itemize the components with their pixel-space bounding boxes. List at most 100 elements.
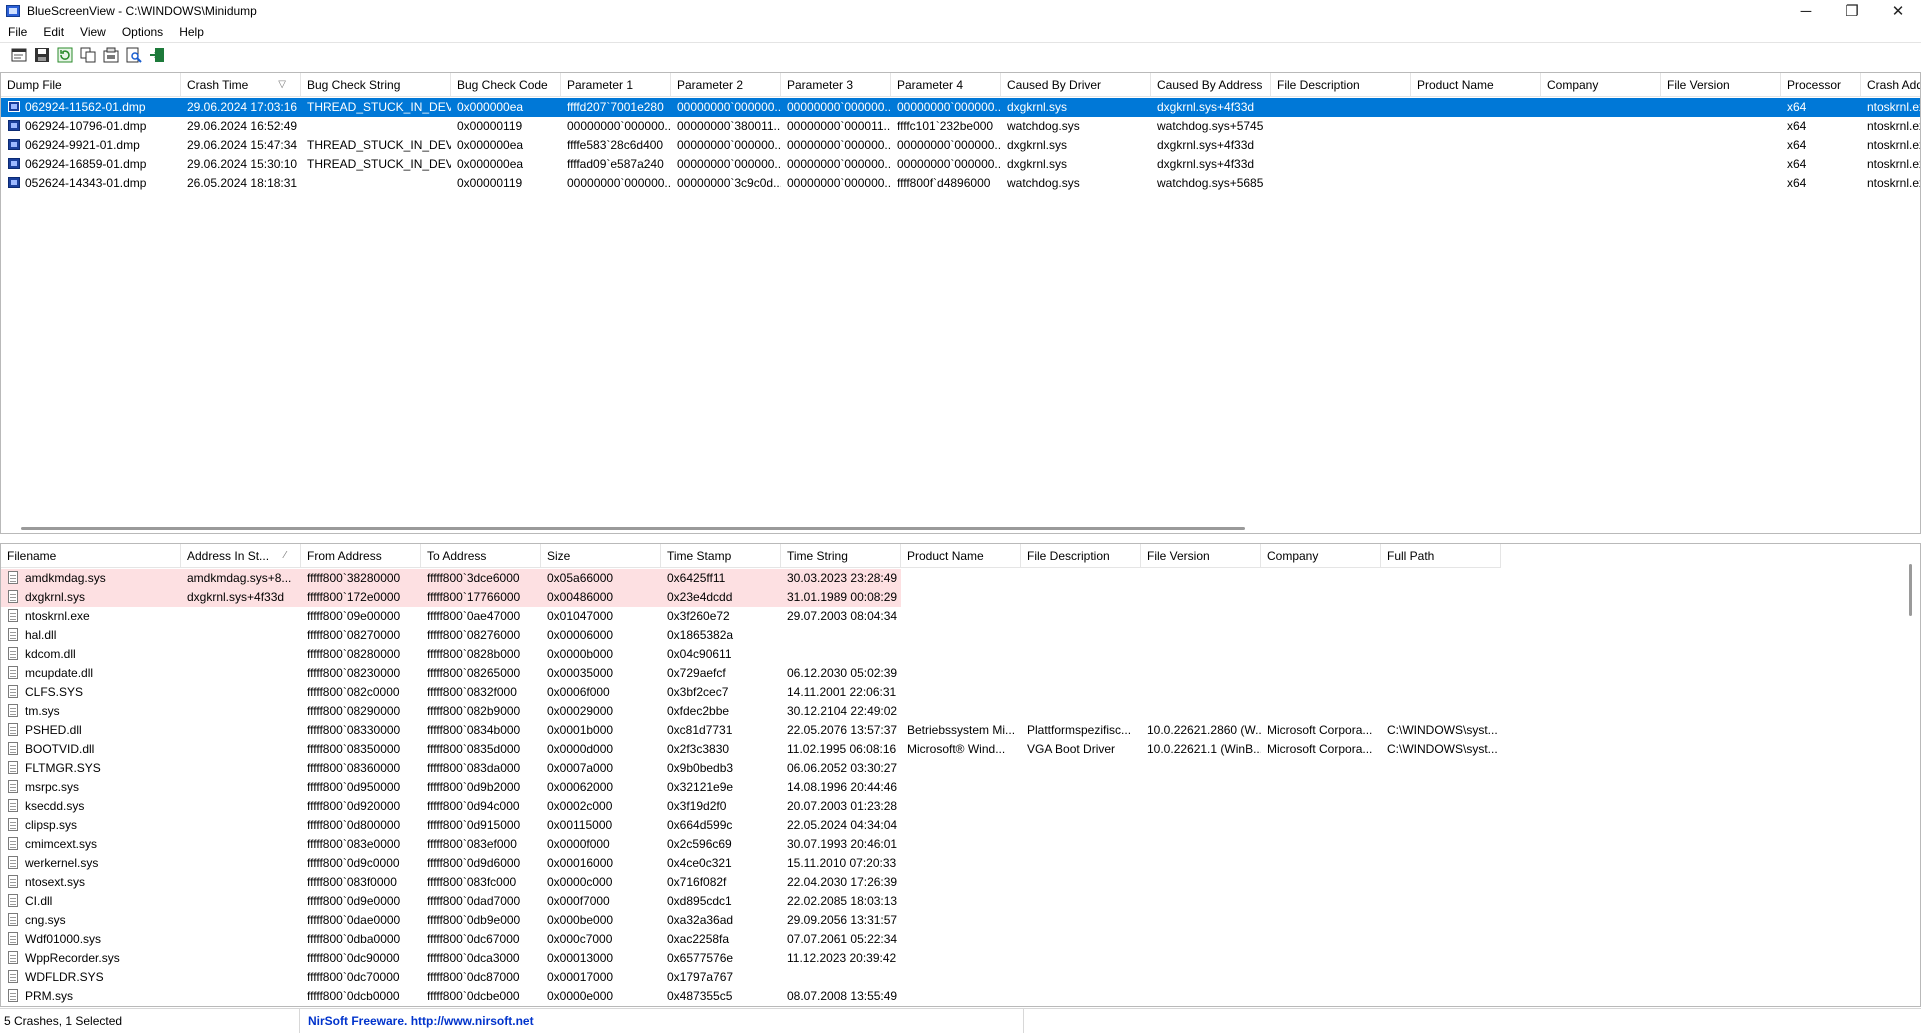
driver-row[interactable]: PSHED.dll fffff800`08330000 fffff800`0834b…: [1, 721, 1501, 740]
horizontal-scrollbar[interactable]: [21, 527, 1245, 530]
refresh-button[interactable]: [56, 46, 74, 64]
driver-cell: 22.05.2076 13:57:37: [781, 721, 901, 740]
crash-column-header[interactable]: Dump File: [1, 73, 181, 97]
crash-column-header[interactable]: Product Name: [1411, 73, 1541, 97]
driver-cell: [1381, 968, 1501, 987]
restore-button[interactable]: ❐: [1829, 0, 1875, 22]
crash-column-header[interactable]: Caused By Address: [1151, 73, 1271, 97]
crash-column-header[interactable]: Parameter 4: [891, 73, 1001, 97]
driver-row[interactable]: WppRecorder.sys fffff800`0dc90000 fffff800…: [1, 949, 1501, 968]
driver-column-header[interactable]: File Description: [1021, 544, 1141, 568]
driver-row[interactable]: hal.dll fffff800`08270000 fffff800`0827600…: [1, 626, 1501, 645]
driver-cell: [901, 588, 1021, 607]
driver-column-header[interactable]: Filename: [1, 544, 181, 568]
driver-row[interactable]: msrpc.sys fffff800`0d950000 fffff800`0d9b2…: [1, 778, 1501, 797]
driver-row[interactable]: ntosext.sys fffff800`083f0000 fffff800`083…: [1, 873, 1501, 892]
menu-help[interactable]: Help: [171, 22, 212, 42]
driver-column-header[interactable]: Address In St... ⁄: [181, 544, 301, 568]
menu-view[interactable]: View: [72, 22, 114, 42]
driver-cell: [1141, 607, 1261, 626]
driver-cell-text: fffff800`09e00000: [307, 609, 401, 623]
driver-cell: 0x0000f000: [541, 835, 661, 854]
crash-column-header[interactable]: Processor: [1781, 73, 1861, 97]
menu-file[interactable]: File: [0, 22, 35, 42]
driver-cell: Plattformspezifisc...: [1021, 721, 1141, 740]
driver-row[interactable]: clipsp.sys fffff800`0d800000 fffff800`0d91…: [1, 816, 1501, 835]
driver-column-header[interactable]: To Address: [421, 544, 541, 568]
crash-column-header[interactable]: Caused By Driver: [1001, 73, 1151, 97]
exit-button[interactable]: [148, 46, 166, 64]
nirsoft-link[interactable]: NirSoft Freeware. http://www.nirsoft.net: [300, 1008, 1024, 1033]
driver-row[interactable]: tm.sys fffff800`08290000 fffff800`082b9000…: [1, 702, 1501, 721]
crash-row[interactable]: 062924-9921-01.dmp 29.06.2024 15:47:34 THR…: [1, 136, 1920, 155]
crash-cell: [1541, 136, 1661, 155]
driver-column-header[interactable]: Time Stamp: [661, 544, 781, 568]
driver-cell: 15.11.2010 07:20:33: [781, 854, 901, 873]
driver-row[interactable]: ksecdd.sys fffff800`0d920000 fffff800`0d94…: [1, 797, 1501, 816]
driver-cell-text: 0x0006f000: [547, 685, 610, 699]
close-button[interactable]: ✕: [1875, 0, 1921, 22]
crash-row[interactable]: 052624-14343-01.dmp 26.05.2024 18:18:31 0x…: [1, 174, 1920, 193]
driver-cell: [1141, 816, 1261, 835]
crash-row[interactable]: 062924-11562-01.dmp 29.06.2024 17:03:16 TH…: [1, 98, 1920, 117]
driver-cell: ntosext.sys: [1, 873, 181, 892]
crash-column-header[interactable]: Company: [1541, 73, 1661, 97]
driver-column-header[interactable]: Size: [541, 544, 661, 568]
menu-options[interactable]: Options: [114, 22, 171, 42]
driver-row[interactable]: FLTMGR.SYS fffff800`08360000 fffff800`083d…: [1, 759, 1501, 778]
driver-row[interactable]: ntoskrnl.exe fffff800`09e00000 fffff800`0a…: [1, 607, 1501, 626]
vertical-scrollbar[interactable]: [1909, 564, 1912, 616]
driver-row[interactable]: CI.dll fffff800`0d9e0000 fffff800`0dad7000…: [1, 892, 1501, 911]
driver-row[interactable]: cng.sys fffff800`0dae0000 fffff800`0db9e00…: [1, 911, 1501, 930]
crash-column-header[interactable]: Parameter 2: [671, 73, 781, 97]
driver-row[interactable]: mcupdate.dll fffff800`08230000 fffff800`08…: [1, 664, 1501, 683]
driver-row[interactable]: kdcom.dll fffff800`08280000 fffff800`0828b…: [1, 645, 1501, 664]
driver-row[interactable]: BOOTVID.dll fffff800`08350000 fffff800`083…: [1, 740, 1501, 759]
driver-cell: [1381, 626, 1501, 645]
driver-cell: 0x0006f000: [541, 683, 661, 702]
crash-column-header[interactable]: Bug Check Code: [451, 73, 561, 97]
crash-cell-text: 26.05.2024 18:18:31: [187, 176, 298, 190]
driver-cell: 0x1865382a: [661, 626, 781, 645]
driver-column-label: From Address: [307, 549, 382, 563]
crash-column-header[interactable]: File Description: [1271, 73, 1411, 97]
crash-column-header[interactable]: Bug Check String: [301, 73, 451, 97]
copy-button[interactable]: [79, 46, 97, 64]
driver-cell-text: fffff800`08330000: [307, 723, 401, 737]
crash-cell-text: 29.06.2024 16:52:49: [187, 119, 298, 133]
save-button[interactable]: [33, 46, 51, 64]
driver-row[interactable]: werkernel.sys fffff800`0d9c0000 fffff800`0…: [1, 854, 1501, 873]
driver-row[interactable]: Wdf01000.sys fffff800`0dba0000 fffff800`0d…: [1, 930, 1501, 949]
driver-column-header[interactable]: Full Path: [1381, 544, 1501, 568]
advanced-options-button[interactable]: [102, 46, 120, 64]
driver-row[interactable]: amdkmdag.sys amdkmdag.sys+8... fffff800`38…: [1, 569, 1501, 588]
driver-column-header[interactable]: Product Name: [901, 544, 1021, 568]
crash-cell-text: dxgkrnl.sys: [1007, 100, 1068, 114]
properties-button[interactable]: [10, 46, 28, 64]
driver-column-header[interactable]: Time String: [781, 544, 901, 568]
crash-row[interactable]: 062924-10796-01.dmp 29.06.2024 16:52:49 0x…: [1, 117, 1920, 136]
crash-column-header[interactable]: Parameter 3: [781, 73, 891, 97]
driver-cell: [1141, 892, 1261, 911]
driver-row[interactable]: PRM.sys fffff800`0dcb0000 fffff800`0dcbe00…: [1, 987, 1501, 1006]
driver-column-header[interactable]: From Address: [301, 544, 421, 568]
crash-row[interactable]: 062924-16859-01.dmp 29.06.2024 15:30:10 TH…: [1, 155, 1920, 174]
crash-cell: [1271, 136, 1411, 155]
crash-column-header[interactable]: Crash Address: [1861, 73, 1920, 97]
driver-column-header[interactable]: Company: [1261, 544, 1381, 568]
crash-cell: [1541, 117, 1661, 136]
driver-row[interactable]: dxgkrnl.sys dxgkrnl.sys+4f33d fffff800`172…: [1, 588, 1501, 607]
driver-cell: fffff800`0d9c0000: [301, 854, 421, 873]
minimize-button[interactable]: ─: [1783, 0, 1829, 22]
crash-column-header[interactable]: Crash Time ▽: [181, 73, 301, 97]
menu-edit[interactable]: Edit: [35, 22, 72, 42]
driver-cell: 11.02.1995 06:08:16: [781, 740, 901, 759]
crash-column-header[interactable]: File Version: [1661, 73, 1781, 97]
driver-file-icon: [8, 704, 18, 717]
driver-row[interactable]: cmimcext.sys fffff800`083e0000 fffff800`08…: [1, 835, 1501, 854]
driver-column-header[interactable]: File Version: [1141, 544, 1261, 568]
find-button[interactable]: [125, 46, 143, 64]
driver-row[interactable]: CLFS.SYS fffff800`082c0000 fffff800`0832f0…: [1, 683, 1501, 702]
driver-row[interactable]: WDFLDR.SYS fffff800`0dc70000 fffff800`0dc8…: [1, 968, 1501, 987]
crash-column-header[interactable]: Parameter 1: [561, 73, 671, 97]
